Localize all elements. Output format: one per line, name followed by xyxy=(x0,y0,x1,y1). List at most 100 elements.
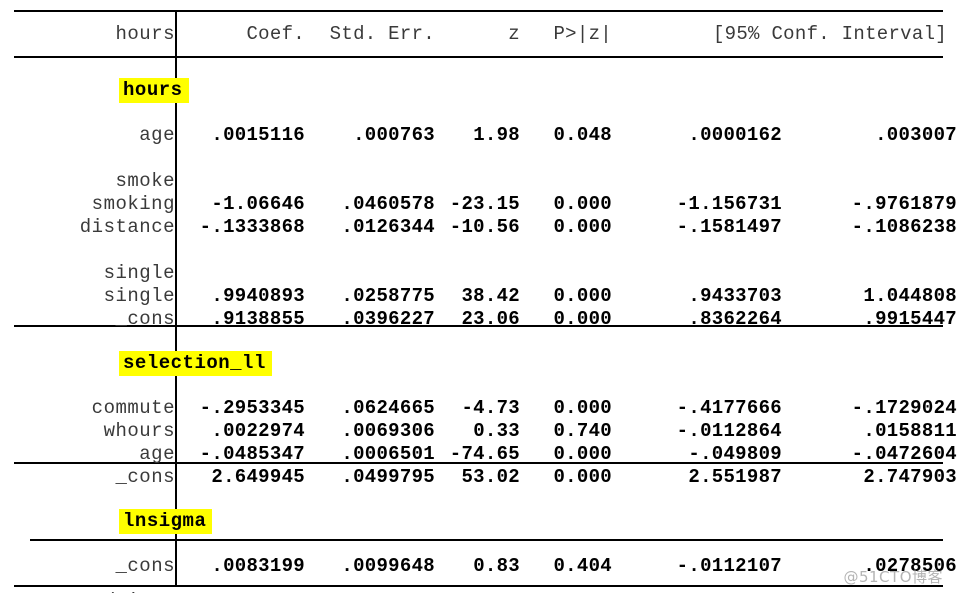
table-row: single xyxy=(0,261,957,284)
row-z xyxy=(435,169,520,192)
row-ci-low: .8362264 xyxy=(688,307,782,330)
row-z: 1.98 xyxy=(473,123,520,146)
row-p: 0.000 xyxy=(553,307,612,330)
row-ci-low: -.1581497 xyxy=(676,215,782,238)
table-row: _cons .9138855 .0396227 23.06 0.000 .836… xyxy=(0,307,957,330)
row-label: smoking xyxy=(91,192,175,215)
row-p: 0.048 xyxy=(553,123,612,146)
row-z: 38.42 xyxy=(461,284,520,307)
table-row: age -.0485347 .0006501 -74.65 0.000 -.04… xyxy=(0,442,957,465)
row-ci-high xyxy=(782,169,957,192)
row-ci-low xyxy=(612,169,782,192)
row-std-err: .0396227 xyxy=(341,307,435,330)
row-label: distance xyxy=(79,215,175,238)
table-row-spacer xyxy=(0,238,957,261)
table-row: smoke xyxy=(0,169,957,192)
row-label: _cons xyxy=(115,554,175,577)
row-ci-high xyxy=(782,261,957,284)
row-coef: -.1333868 xyxy=(199,215,305,238)
row-p xyxy=(520,261,612,284)
header-conf-interval: [95% Conf. Interval] xyxy=(712,23,947,45)
row-label: whours xyxy=(103,419,175,442)
row-std-err: .0624665 xyxy=(341,396,435,419)
row-label: commute xyxy=(91,396,175,419)
row-ci-high: -.1086238 xyxy=(851,215,957,238)
watermark: @51CTO博客 xyxy=(843,568,943,586)
header-z: z xyxy=(508,23,520,45)
table-row-spacer xyxy=(0,146,957,169)
row-coef: -.2953345 xyxy=(199,396,305,419)
row-z xyxy=(435,577,520,593)
table-row: _cons 2.649945 .0499795 53.02 0.000 2.55… xyxy=(0,465,957,488)
row-z: 53.02 xyxy=(461,465,520,488)
row-p xyxy=(520,169,612,192)
row-p: 0.000 xyxy=(553,284,612,307)
row-p: 0.000 xyxy=(553,442,612,465)
table-row: whours .0022974 .0069306 0.33 0.740 -.01… xyxy=(0,419,957,442)
row-std-err xyxy=(305,169,435,192)
table-row: age .0015116 .000763 1.98 0.048 .0000162… xyxy=(0,123,957,146)
row-coef xyxy=(175,261,305,284)
row-std-err: .0258775 xyxy=(341,284,435,307)
row-label: age xyxy=(139,442,175,465)
header-std-err: Std. Err. xyxy=(329,23,435,45)
equation-name-lnsigma: lnsigma xyxy=(0,488,213,554)
row-ci-high: -.0472604 xyxy=(851,442,957,465)
row-p: 0.740 xyxy=(553,419,612,442)
row-std-err: .0099648 xyxy=(341,554,435,577)
row-label: age xyxy=(139,123,175,146)
equation-row-lnsigma: lnsigma xyxy=(0,488,957,554)
equation-name-selection-ll-text: selection_ll xyxy=(119,351,272,376)
regression-table: hours Coef. Std. Err. z P>|z| [95% Conf.… xyxy=(0,0,957,593)
row-z: -23.15 xyxy=(449,192,520,215)
equation-name-lnsigma-text: lnsigma xyxy=(119,509,213,534)
table-row: _cons .0083199 .0099648 0.83 0.404 -.011… xyxy=(0,554,957,577)
row-ci-high: -.1729024 xyxy=(851,396,957,419)
equation-name-hours-text: hours xyxy=(119,78,189,103)
row-std-err: .0460578 xyxy=(341,192,435,215)
equation-name-hours: hours xyxy=(0,57,189,123)
table-row-sigma: /sigma 1.008355 .010048 .9888519 1.02824… xyxy=(0,577,957,593)
row-p: 0.000 xyxy=(553,396,612,419)
table-row: distance -.1333868 .0126344 -10.56 0.000… xyxy=(0,215,957,238)
row-ci-high: .9915447 xyxy=(863,307,957,330)
row-label: single xyxy=(103,284,175,307)
row-coef: .9138855 xyxy=(211,307,305,330)
row-ci-low: .0000162 xyxy=(688,123,782,146)
row-ci-low: -.0112864 xyxy=(676,419,782,442)
table-row: smoking -1.06646 .0460578 -23.15 0.000 -… xyxy=(0,192,957,215)
spacer-top xyxy=(0,0,957,11)
table-row: single .9940893 .0258775 38.42 0.000 .94… xyxy=(0,284,957,307)
row-label: smoke xyxy=(115,169,175,192)
row-p: 0.404 xyxy=(553,554,612,577)
row-label: single xyxy=(103,261,175,284)
row-coef: .0015116 xyxy=(211,123,305,146)
row-coef: .0022974 xyxy=(211,419,305,442)
row-label xyxy=(0,238,175,261)
row-z: 0.33 xyxy=(473,419,520,442)
row-z xyxy=(435,261,520,284)
row-z: -10.56 xyxy=(449,215,520,238)
equation-name-selection-ll: selection_ll xyxy=(0,330,272,396)
row-std-err xyxy=(305,261,435,284)
row-std-err: .0069306 xyxy=(341,419,435,442)
header-dep-var: hours xyxy=(115,23,175,45)
row-label: /sigma xyxy=(0,577,175,593)
row-label xyxy=(0,146,175,169)
row-std-err: .000763 xyxy=(353,123,435,146)
row-label: _cons xyxy=(115,465,175,488)
row-ci-low: .9888519 xyxy=(612,577,782,593)
row-coef: .0083199 xyxy=(211,554,305,577)
row-p: 0.000 xyxy=(553,192,612,215)
stata-output-screen: hours Coef. Std. Err. z P>|z| [95% Conf.… xyxy=(0,0,957,593)
row-std-err: .0006501 xyxy=(341,442,435,465)
row-std-err: .0126344 xyxy=(341,215,435,238)
table-header-row: hours Coef. Std. Err. z P>|z| [95% Conf.… xyxy=(0,11,957,57)
row-coef: 2.649945 xyxy=(211,465,305,488)
row-ci-low: -.049809 xyxy=(688,442,782,465)
header-coef: Coef. xyxy=(246,23,305,45)
row-coef xyxy=(175,169,305,192)
row-z: -4.73 xyxy=(461,396,520,419)
table-row: commute -.2953345 .0624665 -4.73 0.000 -… xyxy=(0,396,957,419)
row-ci-high: 1.044808 xyxy=(863,284,957,307)
